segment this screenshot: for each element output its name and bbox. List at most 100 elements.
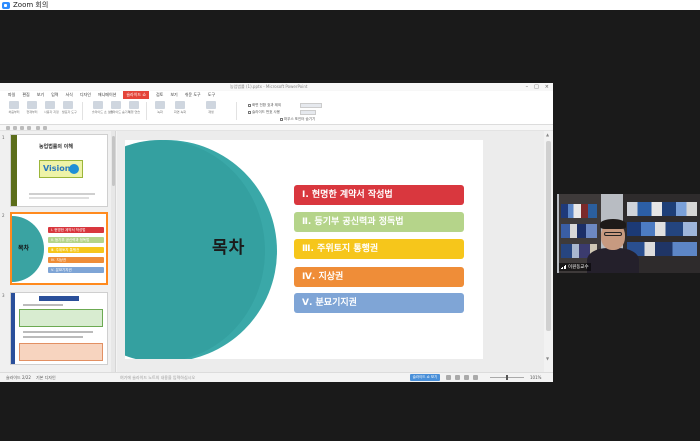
toc-item-4: Ⅳ. 지상권 (294, 267, 464, 287)
open-icon[interactable] (13, 126, 17, 130)
ribbon: 처음부터 현재부터 사용자 지정 발표자 도구 슬라이드 쇼 설정 슬라이드 숨… (0, 99, 553, 125)
screen-record-button[interactable]: 화면 녹화 (174, 101, 186, 114)
slide-thumbnail-1[interactable]: 농업법률의 이해 Vision (10, 134, 108, 207)
slide-thumbnail-3[interactable] (10, 292, 108, 365)
reading-view-icon[interactable] (464, 375, 469, 380)
redo-icon[interactable] (43, 126, 47, 130)
theme-name: 기본 디자인 (36, 375, 56, 380)
thumb-number: 3 (2, 293, 5, 298)
current-slide[interactable]: 목차 Ⅰ. 현명한 계약서 작성법 Ⅱ. 등기부 공신력과 정독법 Ⅲ. 주위토… (125, 140, 483, 359)
record-button[interactable]: 녹화 (154, 101, 166, 114)
menu-tools[interactable]: 도구 (208, 91, 215, 99)
zoom-title-bar: Zoom 회의 (0, 0, 700, 10)
menu-easy-tools[interactable]: 쉬운 도구 (185, 91, 201, 99)
ribbon-divider (82, 102, 83, 120)
thumb-item: Ⅳ. 지상권 (48, 257, 104, 263)
slideshow-view-icon[interactable] (473, 375, 478, 380)
print-icon[interactable] (27, 126, 31, 130)
timer-icon (129, 101, 139, 109)
play-icon (9, 101, 19, 109)
thumb-green-box (19, 309, 103, 327)
notes-placeholder[interactable]: 여기에 슬라이드 노트의 내용을 입력하십시오 (120, 375, 195, 381)
toc-item-5: Ⅴ. 분묘기지권 (294, 293, 464, 313)
thumb-footer-line (29, 193, 95, 195)
scroll-thumb[interactable] (546, 141, 551, 331)
from-current-button[interactable]: 현재부터 (26, 101, 38, 114)
slide-heading: 목차 (212, 238, 246, 258)
vision-circle-icon (69, 164, 79, 174)
new-icon[interactable] (6, 126, 10, 130)
thumb-footer-line (29, 197, 89, 199)
toc-item-2: Ⅱ. 등기부 공신력과 정독법 (294, 212, 464, 232)
signal-icon (561, 265, 566, 269)
sorter-view-icon[interactable] (455, 375, 460, 380)
document-title: 농업법률 (1).pptx - Microsoft PowerPoint (230, 84, 308, 89)
menu-review[interactable]: 검토 (156, 91, 163, 99)
menu-bar: 파일 편집 보기 입력 서식 디자인 애니메이션 슬라이드 쇼 검토 보기 쉬운… (0, 91, 553, 99)
menu-file[interactable]: 파일 (8, 91, 15, 99)
presenter-tools-button[interactable]: 발표자 도구 (62, 101, 77, 114)
setup-show-button[interactable]: 슬라이드 쇼 설정 (92, 101, 113, 114)
custom-show-button[interactable]: 사용자 지정 (44, 101, 59, 114)
menu-edit[interactable]: 편집 (22, 91, 29, 99)
menu-design[interactable]: 디자인 (80, 91, 91, 99)
menu-format[interactable]: 서식 (66, 91, 73, 99)
menu-animation[interactable]: 애니메이션 (98, 91, 116, 99)
checkbox-hide-pointer[interactable]: 마우스 포인터 숨기기 (280, 117, 315, 122)
ribbon-divider (146, 102, 147, 120)
checkbox-no-transitions[interactable]: 화면 전환 효과 제외 (248, 103, 281, 108)
play-current-icon (27, 101, 37, 109)
zoom-window-title: Zoom 회의 (13, 1, 49, 9)
screen-record-icon (175, 101, 185, 109)
menu-view[interactable]: 보기 (37, 91, 44, 99)
resolution-dropdown[interactable] (300, 110, 316, 115)
thumb-heading: 목차 (18, 245, 30, 252)
scroll-down-icon[interactable]: ▼ (546, 357, 549, 361)
normal-view-icon[interactable] (446, 375, 451, 380)
close-button[interactable]: × (545, 84, 549, 90)
checkbox-icon (248, 110, 251, 114)
scroll-up-icon[interactable]: ▲ (546, 133, 549, 137)
checkbox-icon (248, 103, 251, 107)
toc-item-1: Ⅰ. 현명한 계약서 작성법 (294, 185, 464, 205)
vertical-scrollbar[interactable]: ▲ ▼ (544, 131, 553, 372)
thumb-text-line (23, 304, 63, 306)
playback-icon (206, 101, 216, 109)
slideshow-view-button[interactable]: 슬라이드 쇼 보기 (410, 374, 440, 381)
thumb-text-line (23, 331, 93, 333)
thumb-number: 1 (2, 135, 5, 140)
thumb-header-bar (39, 296, 79, 301)
person-hair (600, 219, 626, 229)
thumbnail-scrollbar[interactable] (111, 131, 115, 372)
participant-name: 이원동교수 (568, 265, 589, 270)
menu-insert[interactable]: 입력 (51, 91, 58, 99)
from-start-button[interactable]: 처음부터 (8, 101, 20, 114)
save-icon[interactable] (20, 126, 24, 130)
books-row (561, 204, 597, 218)
minimize-button[interactable]: – (526, 84, 529, 90)
thumb-item: Ⅲ. 주위토지 통행권 (48, 247, 104, 253)
playback-button[interactable]: 재생 (205, 101, 217, 114)
menu-slideshow[interactable]: 슬라이드 쇼 (123, 91, 149, 99)
thumb-number: 2 (2, 213, 5, 218)
slide-position: 슬라이드 2/22 (6, 375, 31, 380)
ribbon-divider (236, 102, 237, 120)
slide-thumbnail-2[interactable]: 목차 Ⅰ. 현명한 계약서 작성법 Ⅱ. 등기부 공신력과 정독법 Ⅲ. 주위토… (10, 212, 108, 285)
participant-video[interactable]: 이원동교수 (557, 194, 700, 273)
zoom-level: 101% (530, 375, 542, 380)
vision-logo: Vision (39, 160, 83, 178)
hide-slide-icon (111, 101, 121, 109)
hide-slide-button[interactable]: 슬라이드 숨기기 (110, 101, 130, 114)
menu-view2[interactable]: 보기 (170, 91, 177, 99)
rehearse-button[interactable]: 예행 연습 (128, 101, 140, 114)
undo-icon[interactable] (36, 126, 40, 130)
zoom-app-icon (2, 1, 10, 9)
zoom-slider-knob[interactable] (506, 375, 508, 380)
scroll-thumb[interactable] (111, 136, 115, 186)
books-row (561, 224, 597, 238)
checkbox-slide-numbers[interactable]: 슬라이드 번호 사용 (248, 110, 280, 115)
monitor-dropdown[interactable] (300, 103, 322, 108)
thumb-side-bar (11, 293, 15, 364)
maximize-button[interactable]: □ (534, 84, 539, 90)
custom-show-icon (45, 101, 55, 109)
